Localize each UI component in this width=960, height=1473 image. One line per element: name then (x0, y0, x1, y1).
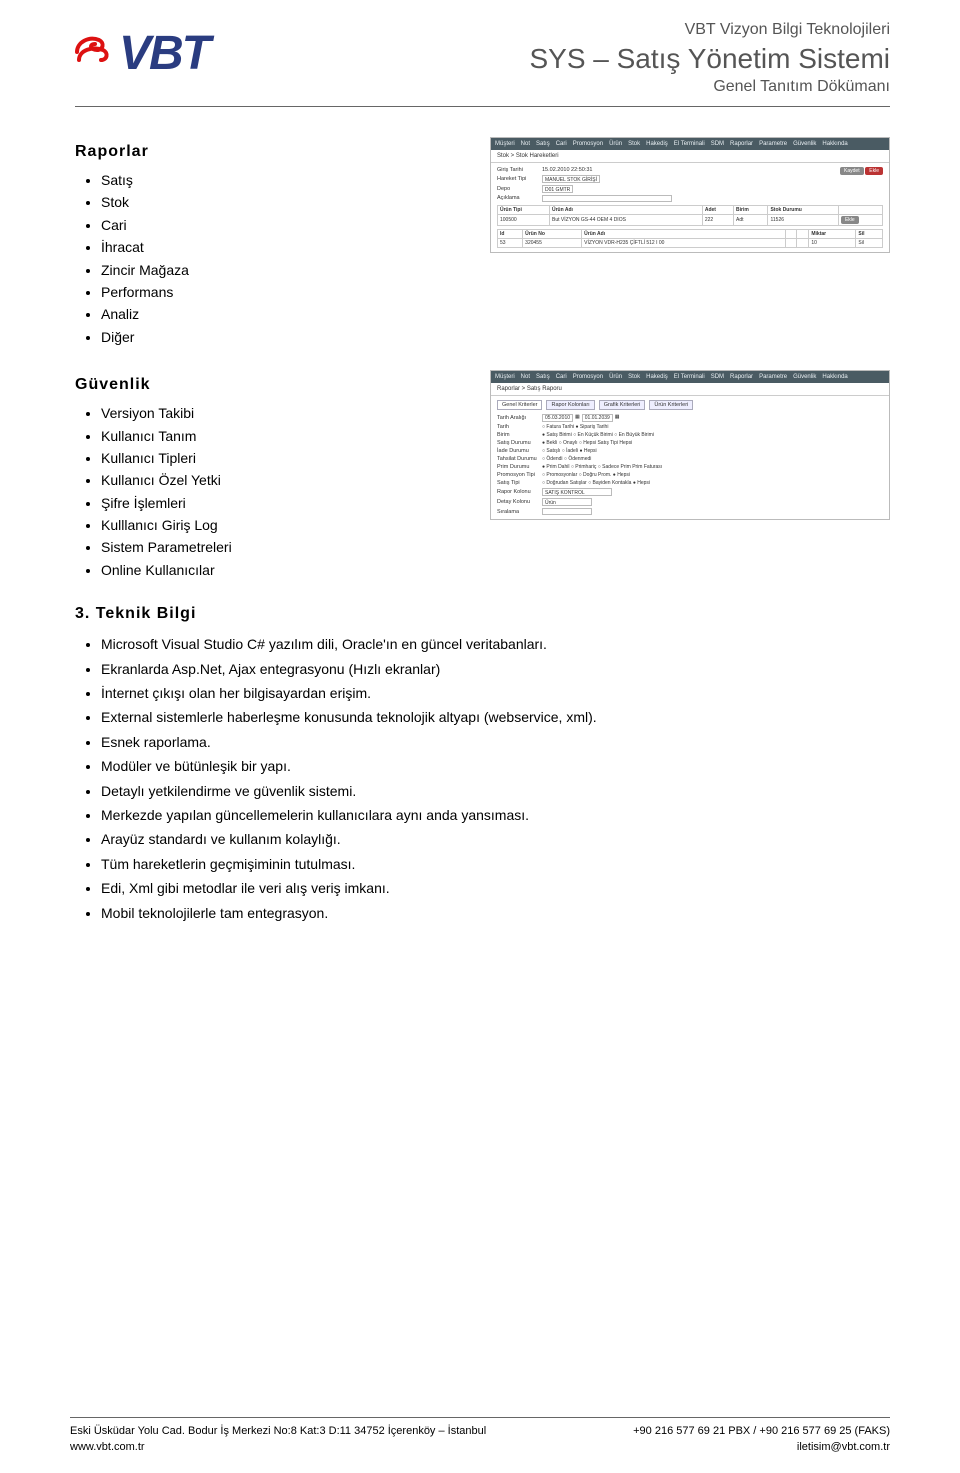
doc-subtitle: Genel Tanıtım Dökümanı (529, 77, 890, 98)
list-item: Tüm hareketlerin geçmişiminin tutulması. (101, 853, 890, 875)
list-item: Diğer (101, 326, 460, 348)
footer-phone: +90 216 577 69 21 PBX / +90 216 577 69 2… (633, 1424, 890, 1439)
list-item: İhracat (101, 236, 460, 258)
thumb-menu: MüşteriNotSatışCariPromosyonÜrünStokHake… (491, 138, 889, 150)
thumb2-breadcrumb: Raporlar > Satış Raporu (491, 383, 889, 396)
list-item: Modüler ve bütünleşik bir yapı. (101, 755, 890, 777)
list-item: Kullanıcı Özel Yetki (101, 469, 460, 491)
list-item: Mobil teknolojilerle tam entegrasyon. (101, 902, 890, 924)
thumb-table-1: Ürün TipiÜrün AdıAdetBirimStok Durumu 10… (497, 205, 883, 226)
footer-web: www.vbt.com.tr (70, 1440, 145, 1455)
raporlar-list: Satış Stok Cari İhracat Zincir Mağaza Pe… (101, 169, 460, 348)
list-item: Arayüz standardı ve kullanım kolaylığı. (101, 828, 890, 850)
list-item: Stok (101, 191, 460, 213)
list-item: Zincir Mağaza (101, 259, 460, 281)
kaydet-button: Kaydet (840, 167, 864, 175)
list-item: Performans (101, 281, 460, 303)
list-item: Analiz (101, 303, 460, 325)
list-item: Sistem Parametreleri (101, 536, 460, 558)
teknik-list: Microsoft Visual Studio C# yazılım dili,… (101, 633, 890, 924)
doc-title: SYS – Satış Yönetim Sistemi (529, 41, 890, 77)
document-header: VBT VBT Vizyon Bilgi Teknolojileri SYS –… (75, 20, 890, 98)
list-item: Esnek raporlama. (101, 731, 890, 753)
company-name: VBT Vizyon Bilgi Teknolojileri (529, 20, 890, 41)
list-item: Şifre İşlemleri (101, 492, 460, 514)
list-item: Kullanıcı Tanım (101, 425, 460, 447)
teknik-heading: 3. Teknik Bilgi (75, 605, 890, 623)
screenshot-thumb-stok: MüşteriNotSatışCariPromosyonÜrünStokHake… (490, 137, 890, 253)
list-item: Cari (101, 214, 460, 236)
ekle-button: Ekle (865, 167, 883, 175)
header-divider (75, 106, 890, 107)
logo-text: VBT (119, 26, 209, 81)
guvenlik-list: Versiyon Takibi Kullanıcı Tanım Kullanıc… (101, 402, 460, 581)
list-item: İnternet çıkışı olan her bilgisayardan e… (101, 682, 890, 704)
thumb2-menu: MüşteriNotSatışCariPromosyonÜrünStokHake… (491, 371, 889, 383)
vbt-logo: VBT (75, 20, 209, 81)
thumb-table-2: IdÜrün NoÜrün AdıMiktarSil 53320455VİZYO… (497, 229, 883, 248)
footer-email: iletisim@vbt.com.tr (797, 1440, 890, 1455)
raporlar-heading: Raporlar (75, 143, 460, 161)
list-item: Versiyon Takibi (101, 402, 460, 424)
thumb-breadcrumb: Stok > Stok Hareketleri (491, 150, 889, 163)
list-item: Detaylı yetkilendirme ve güvenlik sistem… (101, 780, 890, 802)
list-item: Ekranlarda Asp.Net, Ajax entegrasyonu (H… (101, 658, 890, 680)
header-titles: VBT Vizyon Bilgi Teknolojileri SYS – Sat… (529, 20, 890, 98)
logo-swirl-icon (75, 34, 113, 73)
list-item: External sistemlerle haberleşme konusund… (101, 706, 890, 728)
list-item: Kulllanıcı Giriş Log (101, 514, 460, 536)
thumb2-tabs: Genel Kriterler Rapor Kolonları Grafik K… (497, 400, 883, 410)
list-item: Merkezde yapılan güncellemelerin kullanı… (101, 804, 890, 826)
document-footer: Eski Üsküdar Yolu Cad. Bodur İş Merkezi … (70, 1417, 890, 1455)
list-item: Kullanıcı Tipleri (101, 447, 460, 469)
footer-divider (70, 1417, 890, 1418)
screenshot-thumb-raporlar: MüşteriNotSatışCariPromosyonÜrünStokHake… (490, 370, 890, 520)
list-item: Online Kullanıcılar (101, 559, 460, 581)
guvenlik-heading: Güvenlik (75, 376, 460, 394)
list-item: Satış (101, 169, 460, 191)
footer-address: Eski Üsküdar Yolu Cad. Bodur İş Merkezi … (70, 1424, 486, 1439)
list-item: Edi, Xml gibi metodlar ile veri alış ver… (101, 877, 890, 899)
list-item: Microsoft Visual Studio C# yazılım dili,… (101, 633, 890, 655)
